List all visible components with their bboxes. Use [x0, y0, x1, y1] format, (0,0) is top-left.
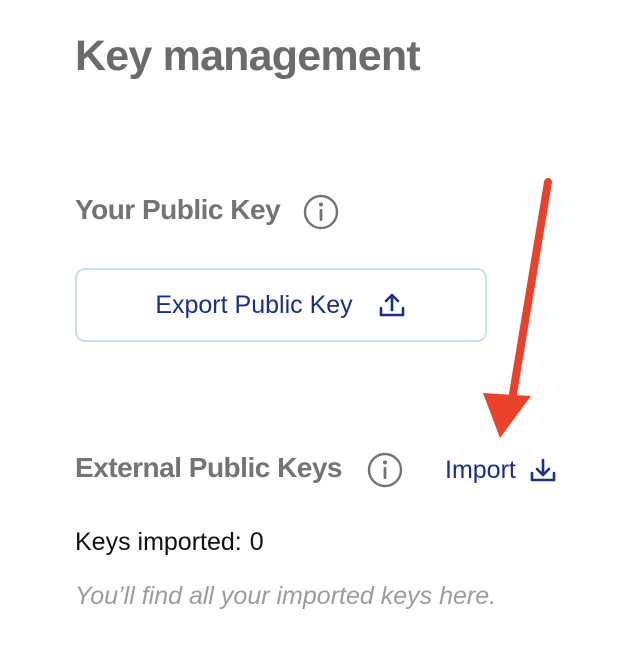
download-icon	[530, 458, 556, 482]
keys-imported-label: Keys imported:	[75, 528, 242, 556]
import-link[interactable]: Import	[445, 450, 558, 490]
your-public-key-heading: Your Public Key	[75, 194, 281, 225]
keys-imported-value: 0	[249, 528, 264, 556]
keys-imported-count: Keys imported: 0	[75, 528, 264, 557]
export-public-key-button[interactable]: Export Public Key	[75, 268, 487, 342]
info-icon[interactable]	[366, 451, 404, 489]
page-title: Key management	[75, 32, 421, 80]
info-icon[interactable]	[302, 193, 340, 231]
upload-icon	[379, 293, 404, 317]
empty-state-message: You’ll find all your imported keys here.	[75, 582, 497, 610]
external-public-keys-heading: External Public Keys	[75, 452, 343, 483]
export-button-label: Export Public Key	[155, 290, 353, 319]
import-label: Import	[445, 455, 516, 484]
